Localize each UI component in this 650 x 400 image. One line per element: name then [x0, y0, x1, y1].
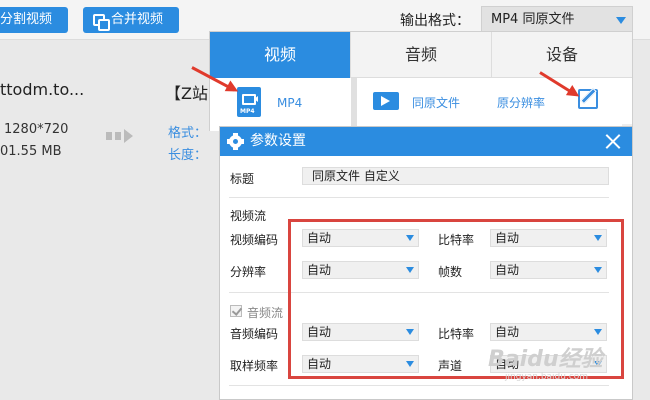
watermark: Baidu经验 [488, 347, 603, 372]
close-icon[interactable] [604, 132, 622, 150]
split-video-button[interactable]: 分割视频 [0, 7, 68, 33]
watermark-url: jingyan.baidu.com [505, 372, 589, 382]
gear-icon [227, 133, 244, 150]
video-codec-label: 视频编码 [230, 233, 279, 247]
output-format-select[interactable]: MP4 同原文件 [481, 6, 633, 34]
source-resolution: 1280*720 [4, 122, 69, 137]
convert-arrow-icon [106, 129, 133, 143]
audio-codec-label: 音频编码 [230, 327, 279, 341]
merge-video-button[interactable]: 合并视频 [83, 7, 179, 33]
parameter-settings-dialog: 参数设置 标题 同原文件 自定义 视频流 视频编码 自动 比特率 自动 分辨率 … [219, 126, 633, 400]
sample-rate-label: 取样频率 [230, 359, 279, 373]
title-field-label: 标题 [230, 172, 255, 186]
tab-audio[interactable]: 音频 [350, 32, 491, 78]
dialog-header: 参数设置 [220, 127, 632, 156]
tab-device[interactable]: 设备 [491, 32, 632, 78]
merge-video-label: 合并视频 [111, 12, 164, 27]
option-same-as-source[interactable]: 同原文件 [412, 94, 460, 111]
output-format-label: 输出格式： [400, 13, 470, 29]
target-format-key: 格式： [168, 126, 208, 141]
mp4-format-label: MP4 [277, 96, 303, 110]
option-original-resolution[interactable]: 原分辨率 [497, 94, 545, 111]
format-divider [351, 78, 357, 131]
film-icon [373, 92, 399, 110]
tab-video[interactable]: 视频 [210, 32, 350, 78]
split-video-label: 分割视频 [0, 12, 53, 27]
divider [229, 197, 609, 198]
title-field[interactable]: 同原文件 自定义 [302, 167, 609, 185]
chevron-down-icon [616, 17, 626, 24]
output-format-value: MP4 同原文件 [491, 12, 575, 27]
source-size: 01.55 MB [0, 144, 62, 159]
audio-section-label: 音频流 [247, 306, 284, 320]
source-file-name: ttodm.to... [0, 80, 85, 99]
format-panel: 视频 音频 设备 MP4 [209, 31, 633, 177]
format-tabs: 视频 音频 设备 [210, 32, 632, 78]
audio-stream-checkbox[interactable] [230, 305, 242, 317]
video-section-label: 视频流 [230, 209, 267, 223]
mp4-file-icon: MP4 [237, 87, 261, 117]
target-length-key: 长度： [168, 148, 208, 163]
dialog-title: 参数设置 [250, 133, 306, 149]
merge-icon [93, 14, 110, 31]
target-file-name: 【Z站 [165, 84, 208, 103]
resolution-label: 分辨率 [230, 265, 267, 279]
divider [229, 385, 609, 386]
